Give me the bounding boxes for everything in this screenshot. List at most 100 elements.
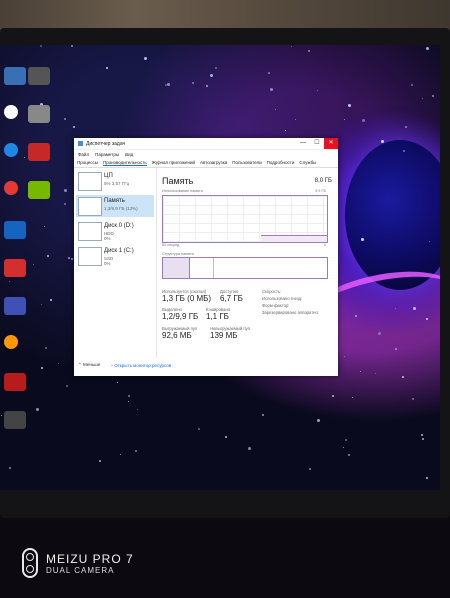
menu-options[interactable]: Параметры (95, 152, 119, 157)
star (167, 83, 170, 86)
star (291, 46, 292, 47)
tab-app-history[interactable]: Журнал приложений (152, 160, 195, 165)
star (1, 415, 2, 416)
composition-in-use (163, 258, 190, 278)
star (355, 315, 357, 317)
desktop-icon-10[interactable] (4, 373, 26, 391)
star (422, 438, 424, 440)
menu-bar: Файл Параметры Вид (74, 150, 338, 158)
star (268, 72, 270, 74)
fewer-details-button[interactable]: ⌃ Меньше (78, 362, 100, 368)
tab-processes[interactable]: Процессы (77, 160, 98, 165)
star (345, 439, 347, 441)
star (411, 84, 413, 86)
maximize-button[interactable]: ☐ (310, 138, 324, 149)
watermark-camera: DUAL CAMERA (46, 565, 115, 575)
tab-startup[interactable]: Автозагрузка (200, 160, 227, 165)
desktop-icon-7[interactable] (4, 259, 26, 277)
desktop-icon-6[interactable] (4, 221, 26, 239)
star (165, 84, 167, 86)
star (395, 348, 397, 350)
resource-cpu[interactable]: ЦП 5% 3,57 ГГц (76, 170, 154, 192)
desktop-icon-1[interactable] (4, 67, 26, 85)
star (47, 255, 49, 257)
resource-memory[interactable]: Память 1,3/9,9 ГБ (13%) (76, 195, 154, 217)
star (348, 454, 350, 456)
star (64, 203, 66, 205)
stat-paged-pool: Выгружаемый пул 92,6 МБ (162, 326, 197, 340)
chrome-icon[interactable] (4, 181, 18, 195)
star (66, 385, 68, 387)
star (71, 258, 73, 260)
usage-graph-label: Использование памяти (162, 189, 203, 193)
star (192, 82, 194, 84)
fewer-details-label: Меньше (83, 362, 101, 367)
star (99, 460, 101, 462)
minimize-button[interactable]: — (296, 138, 310, 149)
desktop-icon-5[interactable] (28, 143, 50, 161)
title-bar[interactable]: Диспетчер задач — ☐ ✕ (74, 138, 338, 150)
tab-performance[interactable]: Производительность (103, 160, 147, 166)
resource-disk-0[interactable]: Диск 0 (D:) HDD 0% (76, 220, 154, 242)
yandex-icon[interactable] (4, 105, 18, 119)
close-button[interactable]: ✕ (324, 138, 338, 149)
tab-services[interactable]: Службы (299, 160, 316, 165)
star (50, 299, 52, 301)
resource-name: Диск 1 (C:) (104, 248, 134, 254)
stat-value: 1,2/9,9 ГБ (162, 312, 199, 321)
tab-details[interactable]: Подробности (267, 160, 295, 165)
resource-name: Диск 0 (D:) (104, 223, 134, 229)
prop-slots: Использовано гнезд: (262, 296, 303, 301)
desktop-icon-3[interactable] (28, 105, 50, 123)
stat-available: Доступно 6,7 ГБ (220, 289, 243, 303)
stat-value: 6,7 ГБ (220, 294, 243, 303)
star (308, 50, 310, 52)
menu-view[interactable]: Вид (125, 152, 133, 157)
star (73, 126, 75, 128)
resource-detail: 1,3/9,9 ГБ (13%) (104, 206, 138, 211)
watermark-brand: MEIZU PRO 7 (46, 551, 134, 566)
star (375, 373, 376, 374)
desktop-icon-11[interactable] (4, 411, 26, 429)
star (343, 447, 344, 448)
star (71, 45, 73, 47)
stat-nonpaged-pool: Невыгружаемый пул 139 МБ (210, 326, 250, 340)
usage-graph-max: 9,9 ГБ (315, 189, 326, 193)
desktop-icon-2[interactable] (28, 67, 50, 85)
structure-label: Структура памяти (162, 252, 194, 256)
star (40, 45, 42, 47)
star (361, 238, 364, 241)
resource-usage: 0% (104, 236, 111, 241)
stat-in-use: Используется (сжатая) 1,3 ГБ (0 МБ) (162, 289, 211, 303)
star (412, 398, 414, 400)
star (135, 450, 137, 452)
star (426, 47, 429, 50)
star (262, 414, 264, 416)
star (426, 477, 428, 479)
star (58, 363, 59, 364)
desktop-icon-4[interactable] (4, 143, 18, 157)
star (378, 332, 381, 335)
menu-file[interactable]: Файл (78, 152, 89, 157)
memory-total: 8,0 ГБ (314, 178, 332, 184)
time-axis-label: 60 секунд (162, 243, 180, 247)
dual-lens-icon (22, 548, 38, 578)
desktop-icon-8[interactable] (4, 297, 26, 315)
star (64, 189, 67, 192)
star (106, 67, 108, 69)
desktop-icon-9[interactable] (4, 335, 18, 349)
star (421, 434, 423, 436)
resource-disk-1[interactable]: Диск 1 (C:) SSD 0% (76, 245, 154, 267)
open-resource-monitor-link[interactable]: ◔ Открыть монитор ресурсов (110, 363, 171, 368)
geforce-icon[interactable] (28, 181, 50, 199)
resource-usage: 0% (104, 261, 111, 266)
star (395, 308, 396, 309)
memory-title: Память (162, 176, 194, 186)
star (429, 241, 430, 242)
star (360, 371, 361, 372)
planet-wallpaper (345, 140, 440, 290)
star (344, 119, 345, 120)
memory-thumbnail (78, 197, 102, 216)
disk1-thumbnail (78, 247, 102, 266)
tab-users[interactable]: Пользователи (232, 160, 261, 165)
